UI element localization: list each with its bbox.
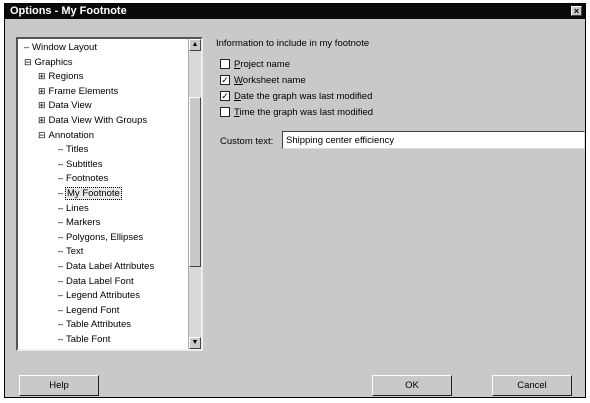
tree-item[interactable]: ⊞ Data View With Groups [38,113,148,127]
date-modified-option[interactable]: ✓ Date the graph was last modified [220,90,372,104]
tree-item[interactable]: – Table Font [58,332,111,346]
tree-item[interactable]: – Legend Font [58,303,120,317]
tree-item-label: Data Label Attributes [66,261,155,272]
tree-item[interactable]: ⊞ Regions [38,69,84,83]
time-modified-checkbox[interactable] [220,107,230,118]
tree-line: – [58,275,64,286]
tree-item[interactable]: – Text [58,244,84,258]
scroll-down-icon[interactable]: ▼ [189,337,201,349]
tree-item[interactable]: – Table Attributes [58,317,132,331]
tree-item-label: Subtitles [66,158,103,170]
scroll-thumb[interactable] [189,97,201,267]
tree-item-label: Table Attributes [66,319,131,331]
custom-text-label: Custom text: [220,136,274,147]
tree-item[interactable]: – Data Label Font [58,274,135,288]
collapse-icon[interactable]: ⊟ [38,130,46,140]
tree-scrollbar[interactable]: ▲ ▼ [188,39,201,349]
expand-icon[interactable]: ⊞ [38,86,46,96]
tree-item-label: Markers [66,217,101,229]
tree-item[interactable]: – Window Layout [24,40,98,54]
date-modified-checkbox[interactable]: ✓ [220,91,230,102]
tree-item[interactable]: – Markers [58,215,101,229]
tree-line: – [58,261,64,271]
tree-line: – [58,144,64,155]
tree-item[interactable]: ⊞ Data View [38,98,93,112]
tree-item[interactable]: – My Footnote [58,186,122,200]
scroll-up-icon[interactable]: ▲ [189,39,201,51]
tree-item[interactable]: – Titles [58,142,89,156]
tree-line: – [58,231,64,242]
tree-item-label: Data Label Font [66,275,134,287]
tree-item-label: Table Font [66,334,111,345]
tree-item-label: Data View [48,100,92,112]
tree-line: – [58,158,64,169]
tree-item-label: Text [66,246,84,258]
collapse-icon[interactable]: ⊟ [24,57,32,67]
cancel-button[interactable]: Cancel [492,375,572,396]
tree-item[interactable]: – Subtitles [58,157,103,171]
tree-item-label: Graphics [34,56,73,68]
tree-line: – [58,217,64,228]
expand-icon[interactable]: ⊞ [38,115,46,125]
tree-item[interactable]: – Footnotes [58,171,109,185]
tree-line: – [58,246,64,257]
tree-item-label: Regions [48,71,84,83]
tree-item[interactable]: ⊞ Frame Elements [38,84,119,98]
tree-line: – [58,319,64,330]
worksheet-name-option[interactable]: ✓ Worksheet name [220,74,306,88]
tree-item[interactable]: ⊟ Graphics [24,55,74,69]
tree-item-label: Annotation [48,129,94,141]
tree-line: – [58,188,64,198]
tree-item-label: Titles [66,144,89,156]
time-modified-option[interactable]: Time the graph was last modified [220,106,373,120]
close-icon[interactable]: × [571,6,582,16]
tree-item[interactable]: – Data Label Attributes [58,259,155,273]
options-tree[interactable]: ▲ ▼ – Window Layout ⊟ Graphics ⊞ Regions ⊞ Fram… [16,37,203,351]
tree-item-label: Window Layout [32,42,97,53]
tree-item-label: Footnotes [66,173,109,185]
tree-line: – [58,202,64,213]
project-name-option[interactable]: Project name [220,58,290,72]
tree-line: – [58,304,64,315]
tree-item-label: My Footnote [65,187,122,200]
help-button[interactable]: Help [19,375,99,396]
worksheet-name-checkbox[interactable]: ✓ [220,75,230,86]
tree-item-label: Data View With Groups [48,115,148,126]
expand-icon[interactable]: ⊞ [38,100,46,110]
tree-item[interactable]: – Legend Attributes [58,288,141,302]
custom-text-input[interactable] [282,131,585,149]
tree-line: – [58,173,64,184]
project-name-checkbox[interactable] [220,59,230,70]
tree-item-label: Legend Font [66,304,120,316]
tree-line: – [24,42,30,52]
footnote-group-label: Information to include in my footnote [216,38,370,49]
window-title: Options - My Footnote [10,5,127,17]
tree-line: – [58,290,64,301]
expand-icon[interactable]: ⊞ [38,71,46,81]
ok-button[interactable]: OK [372,375,452,396]
tree-item[interactable]: – Lines [58,201,90,215]
tree-item-label: Polygons, Ellipses [66,231,144,243]
tree-item[interactable]: – Polygons, Ellipses [58,230,144,244]
tree-item-label: Frame Elements [48,85,119,97]
tree-item[interactable]: ⊟ Annotation [38,128,95,142]
tree-item-label: Lines [66,202,89,214]
tree-line: – [58,334,64,344]
title-bar: Options - My Footnote × [5,4,585,19]
tree-item-label: Legend Attributes [66,290,140,302]
